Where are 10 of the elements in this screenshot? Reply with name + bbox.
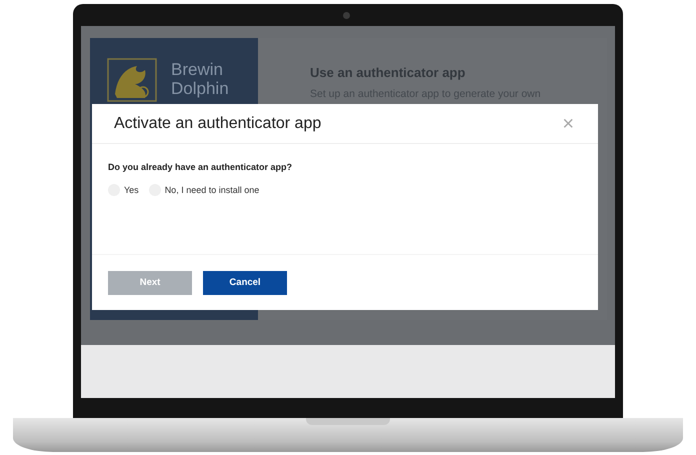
close-button[interactable]: × [560,114,576,134]
camera-icon [343,12,350,19]
question-label: Do you already have an authenticator app? [108,162,294,172]
brand-name: Brewin Dolphin [171,60,230,98]
page-heading: Use an authenticator app [310,65,466,80]
lion-emblem-icon [107,58,157,102]
radio-label: No, I need to install one [164,185,260,195]
radio-label: Yes [124,185,139,195]
cancel-button[interactable]: Cancel [203,270,287,294]
dialog-title: Activate an authenticator app [114,114,322,132]
